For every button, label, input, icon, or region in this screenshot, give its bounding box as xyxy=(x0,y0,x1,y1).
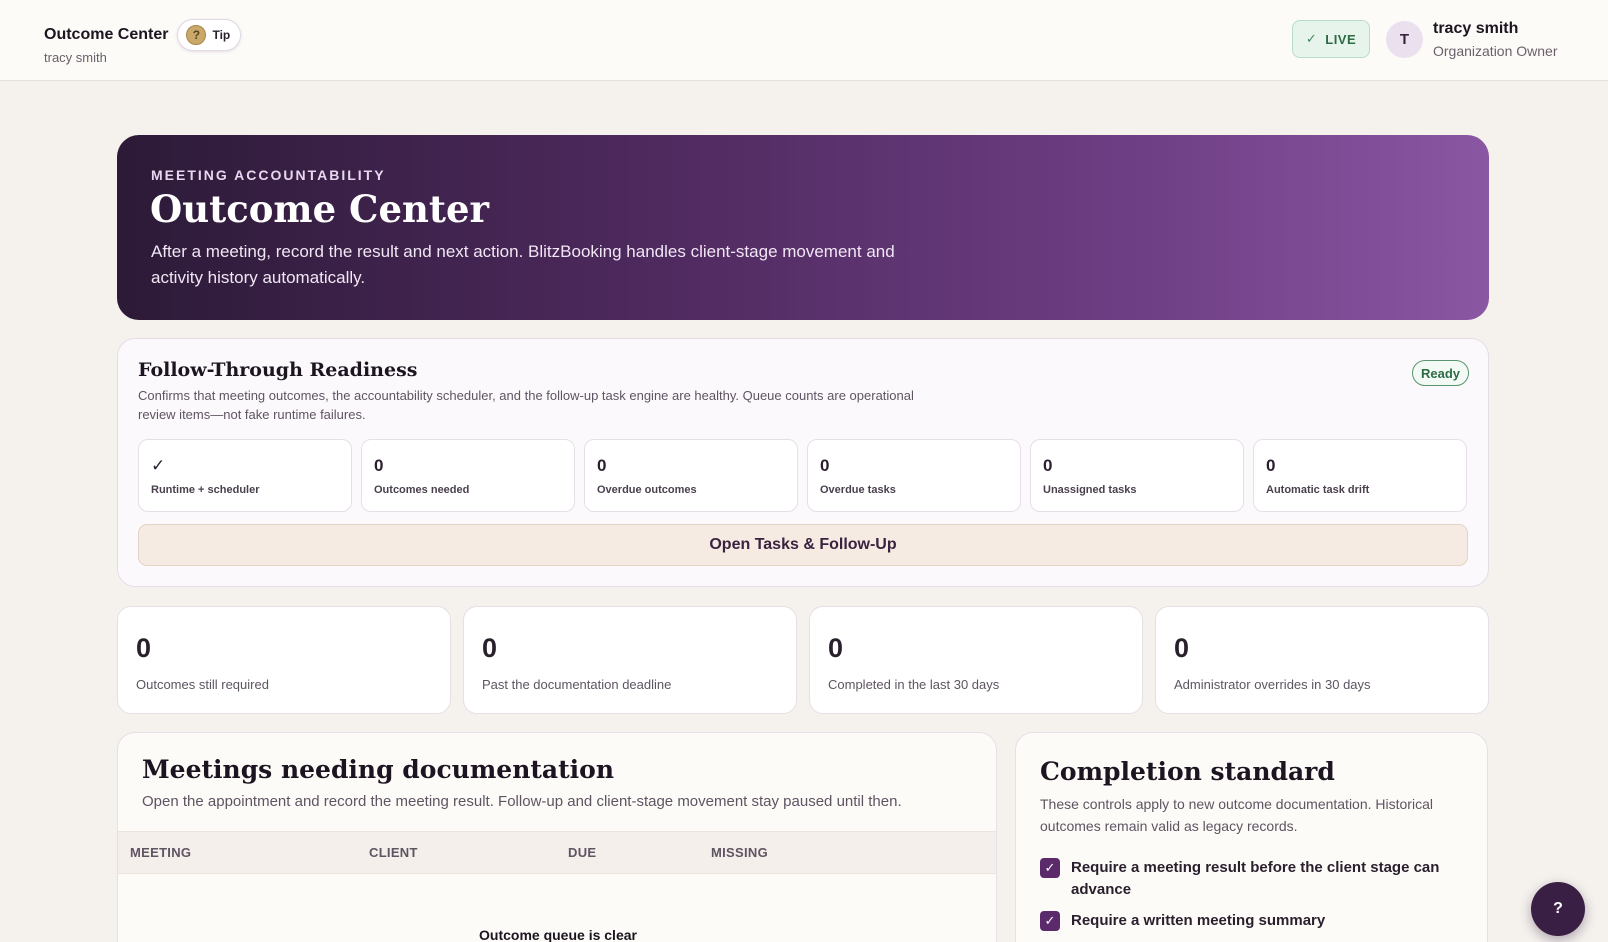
table-header: MEETING CLIENT DUE MISSING xyxy=(118,831,996,874)
hero-banner: MEETING ACCOUNTABILITY Outcome Center Af… xyxy=(117,135,1489,320)
meetings-description: Open the appointment and record the meet… xyxy=(142,793,902,810)
metric-runtime-scheduler: ✓ Runtime + scheduler xyxy=(138,439,352,512)
checkbox-checked-icon[interactable]: ✓ xyxy=(1040,911,1060,931)
hero-eyebrow: MEETING ACCOUNTABILITY xyxy=(151,167,386,183)
metric-value: ✓ xyxy=(151,456,166,475)
column-header-meeting: MEETING xyxy=(130,845,192,860)
stat-value: 0 xyxy=(1174,633,1190,663)
open-tasks-button[interactable]: Open Tasks & Follow-Up xyxy=(138,524,1468,566)
metric-label: Automatic task drift xyxy=(1266,484,1370,496)
column-header-due: DUE xyxy=(568,845,597,860)
metric-value: 0 xyxy=(1266,456,1276,475)
stat-past-deadline: 0 Past the documentation deadline xyxy=(463,606,797,714)
stat-value: 0 xyxy=(482,633,498,663)
tip-button[interactable]: ? Tip xyxy=(177,19,242,51)
metric-automatic-task-drift: 0 Automatic task drift xyxy=(1253,439,1467,512)
hero-description: After a meeting, record the result and n… xyxy=(151,242,895,287)
metric-label: Overdue tasks xyxy=(820,484,896,496)
readiness-title: Follow-Through Readiness xyxy=(138,359,418,381)
stat-label: Administrator overrides in 30 days xyxy=(1174,677,1371,692)
standard-description: These controls apply to new outcome docu… xyxy=(1040,796,1433,834)
option-require-meeting-result[interactable]: ✓ Require a meeting result before the cl… xyxy=(1040,858,1460,901)
help-button[interactable]: ? xyxy=(1531,882,1585,936)
metric-overdue-tasks: 0 Overdue tasks xyxy=(807,439,1021,512)
tip-label: Tip xyxy=(212,28,231,42)
metric-label: Outcomes needed xyxy=(374,484,470,496)
live-status-badge: ✓ LIVE xyxy=(1292,20,1370,58)
option-label: Require a meeting result before the clie… xyxy=(1071,859,1440,898)
stat-completed-30-days: 0 Completed in the last 30 days xyxy=(809,606,1143,714)
metric-overdue-outcomes: 0 Overdue outcomes xyxy=(584,439,798,512)
stat-value: 0 xyxy=(136,633,152,663)
metric-label: Unassigned tasks xyxy=(1043,484,1137,496)
metric-value: 0 xyxy=(374,456,384,475)
stat-outcomes-required: 0 Outcomes still required xyxy=(117,606,451,714)
stat-label: Completed in the last 30 days xyxy=(828,677,1000,692)
metric-outcomes-needed: 0 Outcomes needed xyxy=(361,439,575,512)
check-icon: ✓ xyxy=(1305,31,1318,46)
readiness-description: Confirms that meeting outcomes, the acco… xyxy=(138,388,914,422)
stat-value: 0 xyxy=(828,633,844,663)
stat-label: Outcomes still required xyxy=(136,677,269,692)
avatar[interactable]: T xyxy=(1386,21,1423,58)
top-bar: Outcome Center ? Tip tracy smith ✓ LIVE … xyxy=(0,0,1608,81)
empty-state-message: Outcome queue is clear xyxy=(479,927,637,942)
checkbox-checked-icon[interactable]: ✓ xyxy=(1040,858,1060,878)
user-role: Organization Owner xyxy=(1433,43,1558,59)
column-header-client: CLIENT xyxy=(369,845,418,860)
org-subtitle: tracy smith xyxy=(44,50,107,65)
readiness-panel: Follow-Through Readiness Confirms that m… xyxy=(117,338,1489,587)
meetings-title: Meetings needing documentation xyxy=(142,755,615,784)
column-header-missing: MISSING xyxy=(711,845,768,860)
stat-label: Past the documentation deadline xyxy=(482,677,672,692)
help-icon: ? xyxy=(186,25,207,45)
live-label: LIVE xyxy=(1325,31,1357,47)
user-name[interactable]: tracy smith xyxy=(1433,20,1518,38)
metric-unassigned-tasks: 0 Unassigned tasks xyxy=(1030,439,1244,512)
standard-title: Completion standard xyxy=(1040,757,1335,786)
option-require-written-summary[interactable]: ✓ Require a written meeting summary xyxy=(1040,911,1460,932)
metric-value: 0 xyxy=(597,456,607,475)
page-title: Outcome Center xyxy=(150,187,490,231)
metric-value: 0 xyxy=(1043,456,1053,475)
metric-label: Overdue outcomes xyxy=(597,484,697,496)
app-title: Outcome Center xyxy=(44,26,169,43)
metric-label: Runtime + scheduler xyxy=(151,484,260,496)
brand: Outcome Center ? Tip xyxy=(44,19,242,51)
completion-standard-panel: Completion standard These controls apply… xyxy=(1015,732,1488,942)
metric-value: 0 xyxy=(820,456,830,475)
stat-admin-overrides: 0 Administrator overrides in 30 days xyxy=(1155,606,1489,714)
meetings-panel: Meetings needing documentation Open the … xyxy=(117,732,997,942)
status-badge: Ready xyxy=(1412,360,1470,386)
option-label: Require a written meeting summary xyxy=(1071,912,1326,929)
